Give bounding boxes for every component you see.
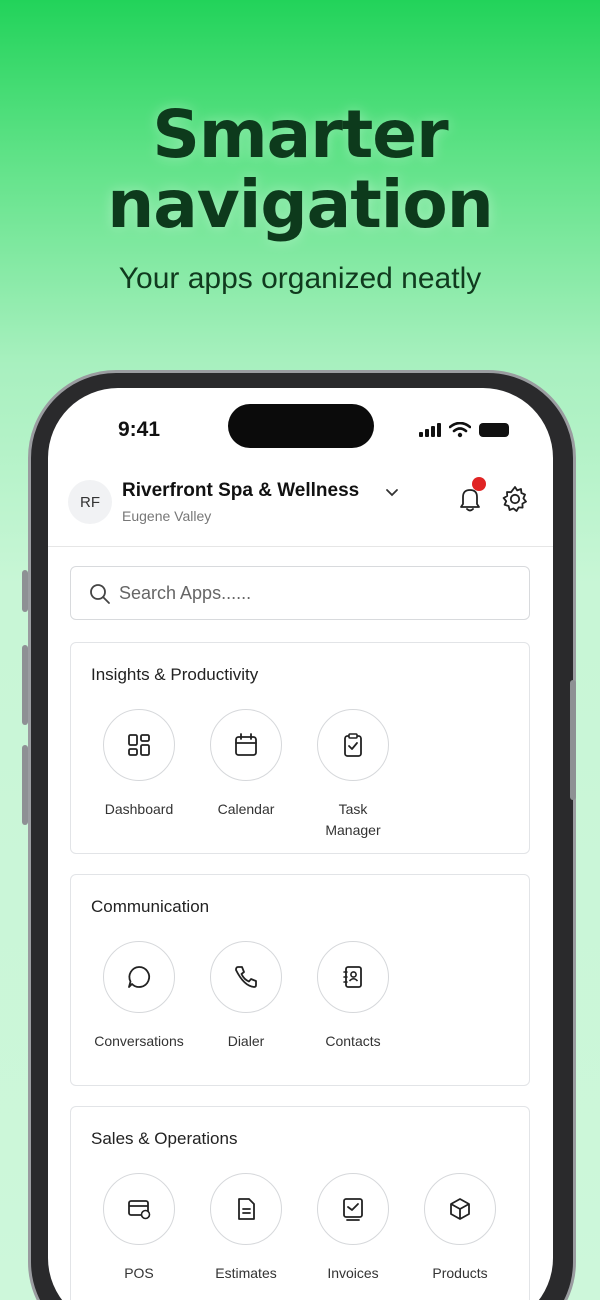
app-label: Contacts — [325, 1033, 381, 1049]
app-contacts[interactable]: Contacts — [303, 941, 403, 1052]
app-icon-circle — [103, 709, 175, 781]
app-icon-circle — [210, 709, 282, 781]
app-icon-circle — [317, 941, 389, 1013]
app-label: POS — [124, 1265, 154, 1281]
section-sales-operations: Sales & Operations POS Estimates Invoice… — [70, 1106, 530, 1300]
app-icon-circle — [103, 941, 175, 1013]
app-dialer[interactable]: Dialer — [196, 941, 296, 1052]
section-title: Insights & Productivity — [91, 665, 259, 684]
header-divider — [48, 546, 553, 547]
pos-card-icon — [128, 1200, 151, 1220]
clipboard-check-icon — [344, 733, 362, 757]
business-location: Eugene Valley — [122, 508, 212, 524]
app-icon-circle — [210, 1173, 282, 1245]
app-header: RF Riverfront Spa & Wellness Eugene Vall… — [68, 476, 538, 546]
hero-subtitle: Your apps organized neatly — [118, 262, 482, 295]
app-label: Invoices — [327, 1265, 379, 1281]
app-invoices[interactable]: Invoices — [303, 1173, 403, 1284]
hero-title: Smarter navigation — [0, 100, 600, 240]
app-label: Conversations — [94, 1033, 184, 1049]
section-title: Communication — [91, 897, 210, 916]
app-products[interactable]: Products — [410, 1173, 510, 1284]
hero-title-line2: navigation — [107, 166, 493, 243]
phone-side-button — [22, 745, 28, 825]
phone-side-button — [570, 680, 576, 800]
app-pos[interactable]: POS — [89, 1173, 189, 1284]
status-time: 9:41 — [118, 418, 161, 441]
invoice-icon — [343, 1198, 363, 1221]
app-icon-circle — [317, 1173, 389, 1245]
app-icon-circle — [424, 1173, 496, 1245]
chevron-down-icon[interactable] — [384, 484, 400, 500]
notification-badge — [472, 477, 486, 491]
search-icon — [90, 584, 110, 604]
app-label: Products — [432, 1265, 488, 1281]
chat-bubble-icon — [128, 966, 151, 988]
app-label: Estimates — [215, 1265, 277, 1281]
phone-screen: 9:41 RF Riverfront Spa & Wellness Eugene… — [48, 388, 553, 1300]
package-icon — [450, 1198, 470, 1220]
contact-book-icon — [343, 966, 362, 988]
app-icon-circle — [103, 1173, 175, 1245]
wifi-icon — [449, 422, 471, 438]
app-estimates[interactable]: Estimates — [196, 1173, 296, 1284]
app-conversations[interactable]: Conversations — [89, 941, 189, 1052]
phone-side-button — [22, 645, 28, 725]
search-input[interactable]: Search Apps...... — [70, 566, 530, 620]
app-calendar[interactable]: Calendar — [196, 709, 296, 820]
cellular-signal-icon — [419, 423, 441, 437]
business-name[interactable]: Riverfront Spa & Wellness — [122, 480, 359, 502]
gear-icon[interactable] — [500, 484, 530, 514]
phone-icon — [235, 966, 257, 988]
battery-icon — [479, 423, 509, 437]
avatar[interactable]: RF — [68, 480, 112, 524]
search-placeholder: Search Apps...... — [119, 583, 252, 603]
section-insights-productivity: Insights & Productivity Dashboard Calend… — [70, 642, 530, 854]
app-label: Calendar — [217, 801, 275, 817]
calendar-icon — [235, 733, 257, 756]
app-label: Task Manager — [325, 801, 381, 838]
phone-side-button — [22, 570, 28, 612]
document-icon — [238, 1198, 255, 1220]
app-icon-circle — [210, 941, 282, 1013]
section-communication: Communication Conversations Dialer Conta… — [70, 874, 530, 1086]
dashboard-icon — [128, 734, 150, 756]
dynamic-island — [228, 404, 374, 448]
app-dashboard[interactable]: Dashboard — [89, 709, 189, 820]
section-title: Sales & Operations — [91, 1129, 238, 1148]
hero-title-line1: Smarter — [152, 96, 448, 173]
app-label: Dashboard — [104, 801, 174, 817]
status-icons — [419, 422, 509, 438]
app-task-manager[interactable]: Task Manager — [303, 709, 403, 841]
app-icon-circle — [317, 709, 389, 781]
app-label: Dialer — [227, 1033, 265, 1049]
